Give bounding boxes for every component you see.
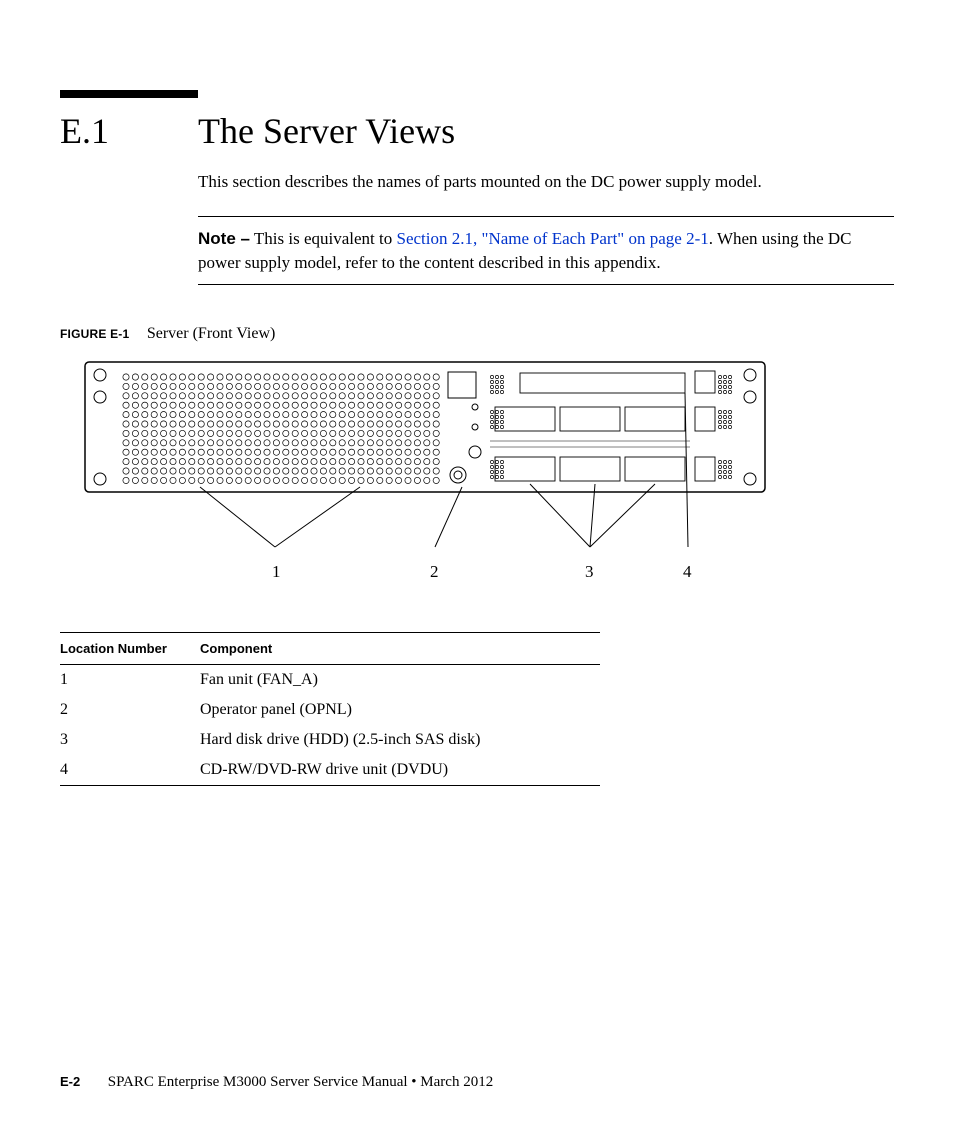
header-rule: [60, 90, 198, 98]
section-header: E.1 The Server Views: [60, 90, 894, 152]
heading-row: E.1 The Server Views: [60, 110, 894, 152]
callout-3: 3: [585, 562, 594, 582]
table-header-row: Location Number Component: [60, 633, 600, 665]
callout-1: 1: [272, 562, 281, 582]
server-front-svg: [80, 357, 770, 557]
note-label: Note –: [198, 229, 250, 248]
note-box: Note – This is equivalent to Section 2.1…: [198, 216, 894, 286]
note-link[interactable]: Section 2.1, "Name of Each Part" on page…: [397, 229, 709, 248]
page-number: E-2: [60, 1074, 80, 1089]
table-row: 1 Fan unit (FAN_A): [60, 665, 600, 696]
figure-label: FIGURE E-1: [60, 327, 129, 341]
callout-2: 2: [430, 562, 439, 582]
page: E.1 The Server Views This section descri…: [0, 0, 954, 1145]
th-location: Location Number: [60, 633, 200, 665]
intro-paragraph: This section describes the names of part…: [198, 170, 894, 194]
cell-num: 3: [60, 725, 200, 755]
cell-comp: Fan unit (FAN_A): [200, 665, 600, 696]
section-title: The Server Views: [198, 110, 455, 152]
th-component: Component: [200, 633, 600, 665]
table-row: 3 Hard disk drive (HDD) (2.5-inch SAS di…: [60, 725, 600, 755]
footer-text: SPARC Enterprise M3000 Server Service Ma…: [108, 1074, 493, 1090]
cell-num: 4: [60, 755, 200, 786]
note-text-pre: This is equivalent to: [250, 229, 397, 248]
callout-row: 1 2 3 4: [80, 562, 770, 592]
table-row: 2 Operator panel (OPNL): [60, 695, 600, 725]
figure-diagram: 1 2 3 4: [80, 357, 770, 592]
component-table: Location Number Component 1 Fan unit (FA…: [60, 632, 600, 786]
cell-num: 1: [60, 665, 200, 696]
cell-comp: Hard disk drive (HDD) (2.5-inch SAS disk…: [200, 725, 600, 755]
page-footer: E-2 SPARC Enterprise M3000 Server Servic…: [60, 1074, 493, 1091]
figure-caption: FIGURE E-1 Server (Front View): [60, 325, 894, 343]
cell-num: 2: [60, 695, 200, 725]
cell-comp: CD-RW/DVD-RW drive unit (DVDU): [200, 755, 600, 786]
figure-title: Server (Front View): [147, 325, 276, 342]
callout-4: 4: [683, 562, 692, 582]
section-number: E.1: [60, 110, 198, 152]
table-row: 4 CD-RW/DVD-RW drive unit (DVDU): [60, 755, 600, 786]
cell-comp: Operator panel (OPNL): [200, 695, 600, 725]
